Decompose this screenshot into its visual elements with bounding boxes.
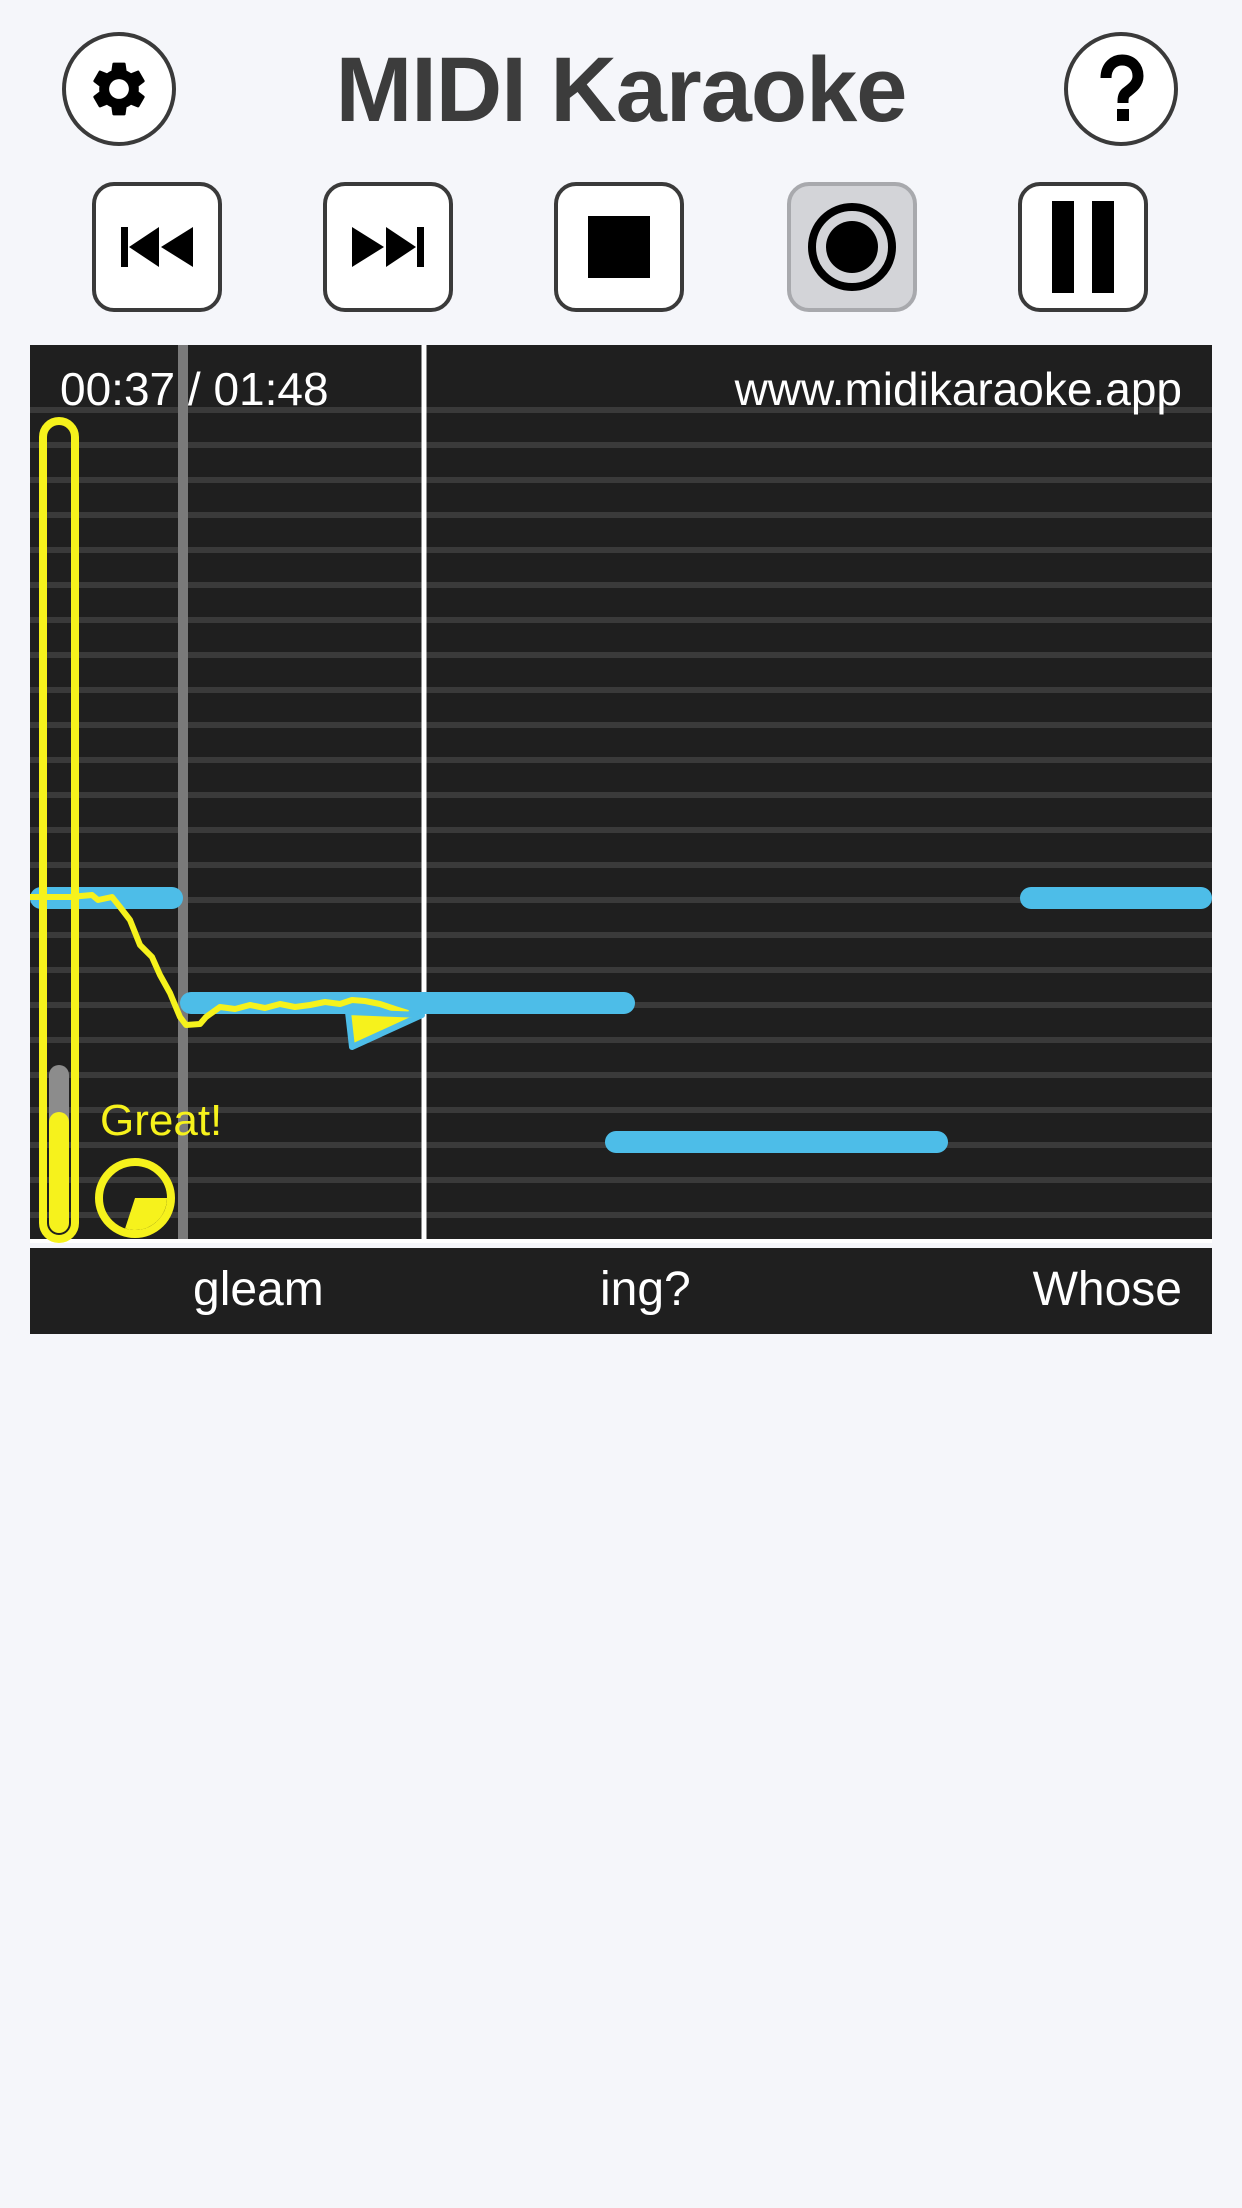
stop-button[interactable]	[554, 182, 684, 312]
feedback-label: Great!	[100, 1096, 223, 1145]
app-title: MIDI Karaoke	[335, 39, 908, 141]
lyric-word: gleam	[193, 1263, 324, 1316]
record-button[interactable]	[787, 182, 917, 312]
skip-back-icon	[121, 227, 193, 267]
pause-button[interactable]	[1018, 182, 1148, 312]
skip-forward-icon	[352, 227, 424, 267]
help-button[interactable]	[1064, 32, 1178, 146]
lyrics-bar: gleam ing? Whose	[30, 1248, 1212, 1334]
lyric-word: Whose	[1032, 1263, 1182, 1316]
question-mark-icon	[1100, 54, 1144, 121]
volume-level	[49, 1112, 69, 1233]
app-header: MIDI Karaoke	[0, 0, 1242, 180]
pitch-display: 00:37 / 01:48 www.midikaraoke.app Great!	[30, 345, 1212, 1243]
time-readout: 00:37 / 01:48	[60, 363, 329, 415]
site-url: www.midikaraoke.app	[734, 363, 1182, 415]
stop-icon	[588, 216, 650, 278]
skip-forward-button[interactable]	[323, 182, 453, 312]
pause-icon	[1052, 201, 1114, 293]
record-icon	[808, 203, 896, 291]
lyric-word: ing?	[600, 1263, 691, 1316]
skip-back-button[interactable]	[92, 182, 222, 312]
